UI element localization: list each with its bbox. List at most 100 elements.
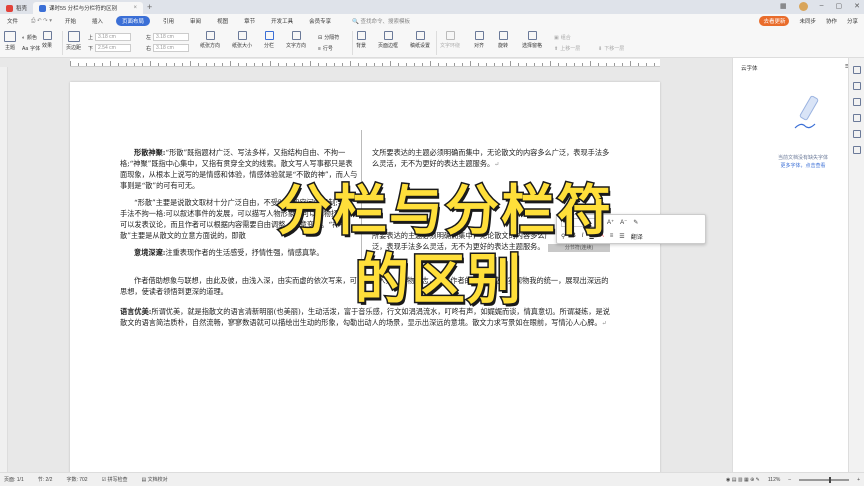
side-tool-icon[interactable] bbox=[852, 114, 861, 122]
align-button[interactable]: 对齐 bbox=[474, 31, 484, 49]
select-pane-button[interactable]: 选择窗格 bbox=[522, 31, 542, 49]
menu-file[interactable]: 文件 bbox=[4, 16, 21, 26]
ruler-tick bbox=[486, 63, 487, 66]
group-button[interactable]: ▣ 组合 bbox=[554, 34, 571, 42]
ruler-tick bbox=[278, 63, 279, 66]
menu-quick-icons[interactable]: ⎙ ↶ ↷ ▾ bbox=[31, 18, 52, 25]
margin-button[interactable]: 页边距 bbox=[66, 31, 81, 51]
sync-status[interactable]: 未同步 bbox=[799, 17, 816, 25]
zoom-out-icon[interactable]: – bbox=[788, 477, 791, 483]
paragraph-mark: ↵ bbox=[601, 320, 607, 327]
line-number-button[interactable]: ≡ 行号 bbox=[318, 45, 333, 53]
ruler-tick bbox=[542, 63, 543, 66]
style-icon[interactable]: ✎ bbox=[633, 219, 638, 226]
orientation-button[interactable]: 纸张方向 bbox=[200, 31, 220, 49]
ruler-tick bbox=[254, 63, 255, 66]
zoom-slider[interactable] bbox=[799, 476, 850, 483]
ruler-tick bbox=[158, 63, 159, 66]
proofread-button[interactable]: ▤ 文档校对 bbox=[141, 476, 167, 483]
share-button[interactable]: 分享 bbox=[847, 17, 858, 25]
right-margin-field[interactable]: 右 3.18 cm bbox=[146, 44, 190, 52]
update-badge[interactable]: 去看更新 bbox=[759, 16, 790, 26]
side-tool-icon[interactable] bbox=[852, 130, 861, 138]
down-layer-button[interactable]: ⬇ 下移一层 bbox=[598, 45, 624, 53]
menu-view[interactable]: 视图 bbox=[214, 16, 231, 26]
more-fonts-link[interactable]: 更多字体，点击查看 bbox=[763, 162, 843, 170]
text-direction-button[interactable]: 文字方向 bbox=[286, 31, 306, 49]
menu-member[interactable]: 会员专享 bbox=[306, 16, 334, 26]
group-icon: ▣ bbox=[554, 34, 559, 41]
panel-message: 当前文档没有缺失字体 更多字体，点击查看 bbox=[763, 154, 843, 170]
zoom-in-icon[interactable]: + bbox=[857, 477, 860, 483]
word-count[interactable]: 字数: 702 bbox=[66, 476, 87, 483]
paper-size-button[interactable]: 纸张大小 bbox=[232, 31, 252, 49]
maximize-icon[interactable]: ▢ bbox=[836, 2, 843, 11]
theme-button[interactable]: 主题 bbox=[4, 31, 16, 51]
section-break-marker[interactable]: 分节符(连续) bbox=[548, 244, 610, 252]
align-icon bbox=[474, 31, 484, 40]
up-layer-button[interactable]: ⬆ 上移一层 bbox=[554, 45, 580, 53]
select-pane-icon bbox=[527, 31, 537, 40]
side-tool-icon[interactable] bbox=[852, 82, 861, 90]
ruler-tick bbox=[502, 63, 503, 66]
shrink-font-icon[interactable]: A⁻ bbox=[620, 219, 627, 226]
new-tab-button[interactable]: + bbox=[147, 2, 152, 12]
ruler-tick bbox=[86, 63, 87, 66]
ruler-tick bbox=[270, 61, 271, 66]
list-icon[interactable]: ☰ bbox=[619, 233, 624, 240]
tab-document[interactable]: 课时55 分栏与分栏符的区别 × bbox=[33, 2, 144, 14]
panel-header: 云字体 ☰ ✕ bbox=[733, 58, 864, 78]
background-button[interactable]: 背景 bbox=[356, 31, 366, 49]
draft-paper-button[interactable]: 稿纸设置 bbox=[410, 31, 430, 49]
effect-button[interactable]: 效果 bbox=[42, 31, 52, 49]
view-mode-icons[interactable]: ◉ ▤ ▥ ▦ ⊕ ✎ bbox=[726, 477, 760, 483]
grid-icon[interactable]: ▦ bbox=[780, 2, 787, 11]
bottom-margin-field[interactable]: 下 2.54 cm bbox=[88, 44, 132, 52]
menu-home[interactable]: 开始 bbox=[62, 16, 79, 26]
horizontal-ruler[interactable] bbox=[70, 59, 660, 67]
down-layer-icon: ⬇ bbox=[598, 45, 603, 52]
font-theme-button[interactable]: Aa 字体 bbox=[22, 45, 40, 53]
spell-check-button[interactable]: ☑ 拼写检查 bbox=[102, 476, 128, 483]
translate-button[interactable]: 翻译 bbox=[631, 232, 643, 241]
page-indicator[interactable]: 页面: 1/1 bbox=[4, 476, 24, 483]
ruler-tick bbox=[94, 63, 95, 66]
menu-section[interactable]: 章节 bbox=[241, 16, 258, 26]
left-margin-field[interactable]: 左 3.18 cm bbox=[146, 33, 190, 41]
side-tool-icon[interactable] bbox=[852, 66, 861, 74]
top-margin-input[interactable]: 3.18 cm bbox=[95, 33, 132, 41]
top-margin-field[interactable]: 上 3.18 cm bbox=[88, 33, 132, 41]
text-wrap-button[interactable]: 文字环绕 bbox=[440, 31, 460, 49]
menu-page-layout[interactable]: 页面布局 bbox=[116, 16, 151, 26]
separator-button[interactable]: ⊟ 分隔符 bbox=[318, 34, 339, 42]
close-window-icon[interactable]: ✕ bbox=[854, 2, 860, 11]
side-tool-icon[interactable] bbox=[852, 98, 861, 106]
page-border-button[interactable]: 页面边框 bbox=[378, 31, 398, 49]
ruler-tick bbox=[198, 63, 199, 66]
right-margin-input[interactable]: 3.18 cm bbox=[153, 44, 190, 52]
columns-button[interactable]: 分栏 bbox=[264, 31, 274, 49]
close-tab-icon[interactable]: × bbox=[134, 5, 138, 11]
side-tool-icon[interactable] bbox=[852, 146, 861, 154]
avatar[interactable] bbox=[798, 2, 808, 11]
color-button[interactable]: ◐ 颜色 bbox=[22, 34, 37, 42]
ruler-tick bbox=[206, 63, 207, 66]
zoom-level[interactable]: 112% bbox=[768, 477, 780, 483]
command-search[interactable]: 🔍 查找命令、搜索模板 bbox=[352, 17, 410, 25]
menu-developer[interactable]: 开发工具 bbox=[268, 16, 296, 26]
line-number-label: 行号 bbox=[322, 46, 333, 52]
left-label: 左 bbox=[146, 34, 152, 41]
ruler-tick bbox=[350, 61, 351, 66]
menu-review[interactable]: 审阅 bbox=[187, 16, 204, 26]
menu-reference[interactable]: 引用 bbox=[160, 16, 177, 26]
collab-button[interactable]: 协作 bbox=[826, 17, 837, 25]
left-margin-input[interactable]: 3.18 cm bbox=[153, 33, 190, 41]
section-indicator[interactable]: 节: 2/2 bbox=[38, 476, 53, 483]
rotate-button[interactable]: 旋转 bbox=[498, 31, 508, 49]
ruler-tick bbox=[166, 63, 167, 66]
tab-daoke[interactable]: 稻壳 bbox=[0, 2, 33, 14]
bottom-margin-input[interactable]: 2.54 cm bbox=[95, 44, 132, 52]
minimize-icon[interactable]: – bbox=[820, 2, 824, 11]
menu-insert[interactable]: 插入 bbox=[89, 16, 106, 26]
ruler-tick bbox=[614, 63, 615, 66]
